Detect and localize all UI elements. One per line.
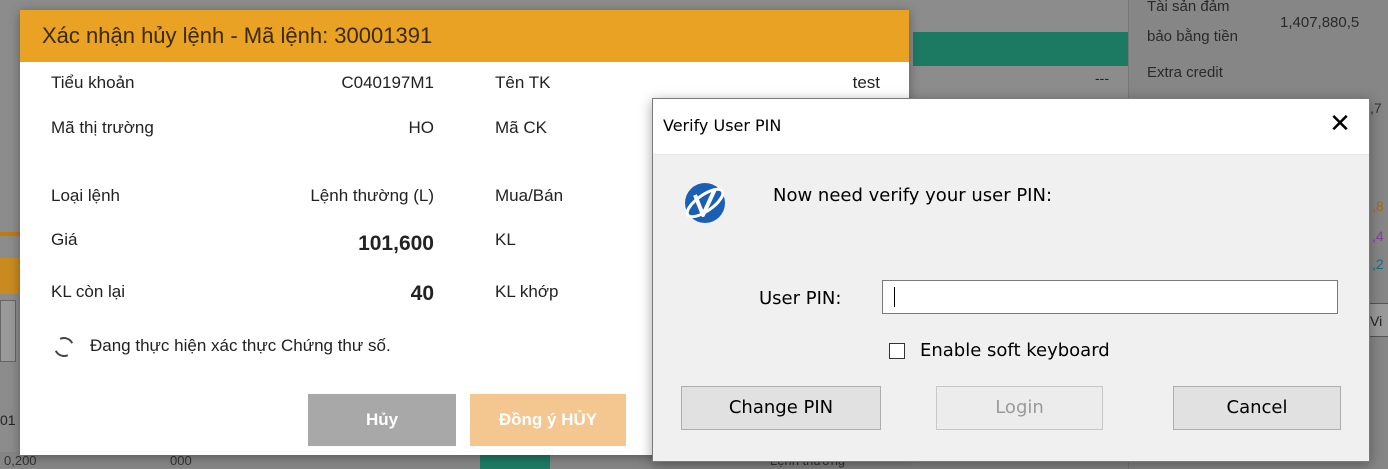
field-label-gia: Giá [51,230,78,249]
table-cell: 0,200 [4,453,37,468]
login-button[interactable]: Login [936,386,1103,430]
pin-input[interactable] [882,280,1338,314]
table-cell: 01 [0,412,16,428]
summary-value: 1,407,880,5 [1280,14,1360,31]
pin-label: User PIN: [759,288,842,309]
status-badge [480,455,550,469]
field-value-loai-lenh: Lệnh thường (L) [310,186,434,205]
table-cell: 000 [170,453,192,468]
prompt-message: Now need verify your user PIN: [773,185,1053,206]
loading-spinner-icon [51,334,77,360]
summary-value: ,7 [1370,100,1382,116]
soft-keyboard-label[interactable]: Enable soft keyboard [920,340,1110,361]
field-value-ma-thi-truong: HO [408,118,435,137]
summary-value: ,8 [1372,198,1384,214]
field-value-ten-tk: test [852,73,880,92]
field-label-ma-thi-truong: Mã thị trường [51,118,154,137]
summary-label: Extra credit [1147,64,1223,81]
field-label-kl: KL [495,230,516,249]
vnpt-logo-icon [685,183,725,223]
summary-label: Tài sản đảm [1147,0,1230,15]
field-label-ma-ck: Mã CK [495,118,547,137]
table-header-bar [913,32,1128,66]
field-value-tieu-khoan: C040197M1 [341,73,434,92]
text-caret [894,287,895,307]
field-label-ten-tk: Tên TK [495,73,551,92]
input-box [0,300,16,362]
pin-cancel-button[interactable]: Cancel [1173,386,1341,430]
summary-label: bảo bằng tiền [1147,28,1238,45]
cancel-button[interactable]: Hủy [308,394,456,446]
dialog-title: Verify User PIN [663,116,782,135]
summary-value: ,4 [1372,228,1384,244]
dialog-titlebar: Verify User PIN ✕ [653,99,1369,155]
field-label-tieu-khoan: Tiểu khoản [51,73,135,92]
accent-stripe [0,232,20,236]
field-label-kl-con-lai: KL còn lại [51,282,126,301]
table-cell: --- [1095,70,1109,86]
close-icon[interactable]: ✕ [1325,109,1355,139]
field-value-gia: 101,600 [358,232,434,255]
confirm-cancel-order-button[interactable]: Đồng ý HỦY [470,394,626,446]
field-label-loai-lenh: Loại lệnh [51,186,121,205]
change-pin-button[interactable]: Change PIN [681,386,881,430]
dialog-title: Xác nhận hủy lệnh - Mã lệnh: 30001391 [20,10,909,62]
accent-block [0,258,20,294]
field-label-kl-khop: KL khớp [495,282,559,301]
field-value-kl-con-lai: 40 [410,282,434,305]
status-message: Đang thực hiện xác thực Chứng thư số. [90,336,391,355]
summary-value: ,2 [1372,256,1384,272]
soft-keyboard-checkbox[interactable] [889,343,905,359]
verify-pin-dialog: Verify User PIN ✕ Now need verify your u… [652,98,1370,462]
field-label-mua-ban: Mua/Bán [495,186,564,205]
